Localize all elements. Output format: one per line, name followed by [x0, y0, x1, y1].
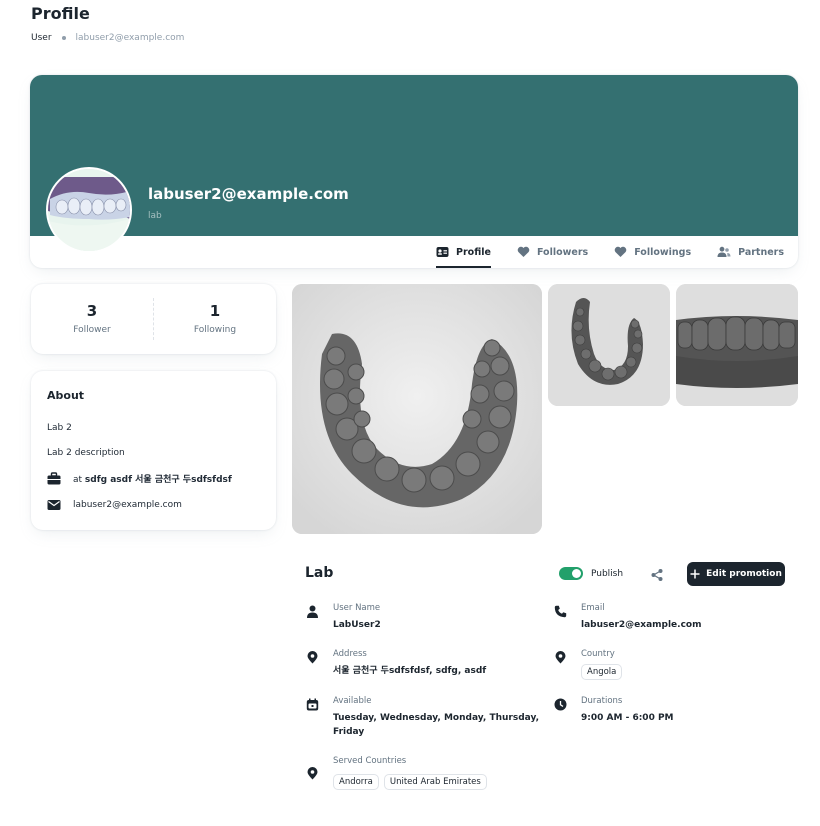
address-value: 서울 금천구 두sdfsfdsf, sdfg, asdf: [333, 666, 487, 676]
available-days-line1: Tuesday, Wednesday, Monday, Thursday,: [333, 713, 540, 723]
field-served-countries: Served Countries Andorra United Arab Emi…: [306, 756, 487, 790]
country-chip: Angola: [581, 664, 623, 680]
field-country: Country Angola: [554, 649, 623, 680]
about-email: labuser2@example.com: [47, 499, 182, 511]
field-available: Available Tuesday, Wednesday, Monday, Th…: [306, 696, 539, 739]
share-button[interactable]: [650, 567, 664, 581]
profile-name: labuser2@example.com: [148, 185, 349, 203]
edit-promotion-label: Edit promotion: [706, 569, 782, 579]
location-pin-icon: [555, 651, 566, 664]
email-label: Email: [581, 603, 605, 613]
served-country-chip: United Arab Emirates: [383, 774, 487, 790]
durations-label: Durations: [581, 696, 623, 706]
user-icon: [307, 605, 318, 618]
served-countries-label: Served Countries: [333, 756, 407, 766]
lab-title: Lab: [305, 565, 334, 581]
durations-value: 9:00 AM - 6:00 PM: [581, 713, 674, 723]
avatar: [46, 167, 132, 253]
following-count: 1: [209, 302, 221, 320]
breadcrumb-separator: [61, 36, 66, 40]
tab-profile-label: Profile: [456, 246, 491, 258]
about-email-value: labuser2@example.com: [73, 500, 182, 510]
publish-control: Publish: [559, 567, 623, 580]
heart-icon: [614, 246, 627, 257]
address-label: Address: [333, 649, 367, 659]
about-company-prefix: at: [73, 475, 83, 485]
follower-stat[interactable]: 3 Follower: [31, 284, 153, 354]
location-pin-icon: [307, 651, 318, 664]
location-pin-icon: [307, 767, 318, 780]
tab-followers[interactable]: Followers: [517, 236, 588, 268]
tab-partners-label: Partners: [738, 246, 784, 258]
about-company: at sdfg asdf 서울 금천구 두sdfsfdsf: [47, 472, 232, 485]
gallery-image-main[interactable]: [292, 284, 542, 534]
gallery-image-3[interactable]: [676, 284, 798, 406]
follower-label: Follower: [73, 325, 111, 335]
follower-count: 3: [86, 302, 98, 320]
served-country-chip: Andorra: [333, 774, 379, 790]
field-email: Email labuser2@example.com: [554, 603, 701, 632]
following-label: Following: [193, 325, 237, 335]
briefcase-icon: [47, 472, 61, 485]
cover-background: [30, 75, 798, 236]
phone-icon: [554, 605, 567, 618]
about-title: About: [47, 389, 85, 402]
tab-followings[interactable]: Followings: [614, 236, 691, 268]
available-value: Tuesday, Wednesday, Monday, Thursday, Fr…: [333, 711, 539, 739]
following-stat[interactable]: 1 Following: [154, 284, 276, 354]
calendar-icon: [306, 698, 319, 711]
follow-stats-card: 3 Follower 1 Following: [31, 284, 276, 354]
field-user-name: User Name LabUser2: [306, 603, 381, 632]
page-title: Profile: [31, 4, 90, 23]
publish-toggle[interactable]: [559, 567, 583, 580]
tab-followers-label: Followers: [536, 246, 589, 258]
profile-tabs: Profile Followers Followings Partners: [436, 236, 784, 268]
edit-promotion-button[interactable]: Edit promotion: [687, 562, 785, 586]
about-name: Lab 2: [47, 423, 72, 433]
gallery-image-2[interactable]: [548, 284, 670, 406]
email-value: labuser2@example.com: [581, 620, 702, 630]
profile-card-icon: [436, 247, 449, 257]
publish-label: Publish: [591, 568, 624, 579]
country-label: Country: [581, 649, 615, 659]
field-address: Address 서울 금천구 두sdfsfdsf, sdfg, asdf: [306, 649, 486, 678]
user-name-label: User Name: [333, 603, 381, 613]
country-chips: Angola: [581, 664, 623, 680]
mail-icon: [47, 500, 61, 510]
about-company-name: sdfg asdf 서울 금천구 두sdfsfdsf: [84, 475, 232, 485]
profile-cover-card: labuser2@example.com lab Profile Followe…: [30, 75, 798, 268]
tab-partners[interactable]: Partners: [717, 236, 784, 268]
breadcrumb-user-link[interactable]: User: [31, 33, 52, 43]
breadcrumb-current: labuser2@example.com: [75, 33, 185, 43]
served-countries-chips: Andorra United Arab Emirates: [333, 774, 487, 790]
users-icon: [717, 246, 731, 257]
field-durations: Durations 9:00 AM - 6:00 PM: [554, 696, 674, 725]
heart-icon: [517, 246, 530, 257]
clock-icon: [554, 698, 567, 711]
available-label: Available: [333, 696, 372, 706]
tab-profile[interactable]: Profile: [436, 236, 491, 268]
about-description: Lab 2 description: [47, 448, 125, 458]
tab-followings-label: Followings: [634, 246, 692, 258]
breadcrumb: User labuser2@example.com: [31, 33, 184, 43]
available-days-line2: Friday: [333, 727, 365, 737]
about-card: About Lab 2 Lab 2 description at sdfg as…: [31, 371, 276, 530]
plus-icon: [690, 569, 700, 579]
profile-role: lab: [148, 211, 162, 221]
user-name-value: LabUser2: [333, 620, 381, 630]
share-icon: [651, 569, 663, 581]
